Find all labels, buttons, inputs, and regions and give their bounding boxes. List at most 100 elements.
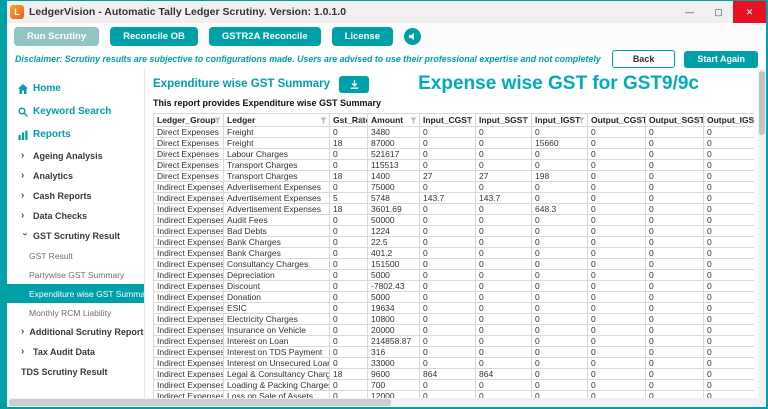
maximize-button[interactable]: ▢ bbox=[704, 1, 733, 23]
back-button[interactable]: Back bbox=[611, 50, 676, 68]
sidebar-item-label: Additional Scrutiny Reports bbox=[29, 327, 144, 337]
table-row[interactable]: Indirect Expenses Legal & Consultancy Cha… bbox=[153, 368, 754, 380]
column-header-gst-rate[interactable]: Gst_Rate bbox=[329, 113, 368, 127]
column-header-output-igst[interactable]: Output_IGST bbox=[703, 113, 754, 127]
sidebar-item-label: Ageing Analysis bbox=[33, 151, 103, 161]
table-cell: 0 bbox=[703, 368, 754, 380]
download-button[interactable] bbox=[339, 75, 370, 93]
table-cell: 0 bbox=[531, 181, 588, 193]
sidebar-item-gst-scrutiny-result[interactable]: › GST Scrutiny Result bbox=[7, 226, 144, 246]
sidebar-item-label: Reports bbox=[33, 129, 71, 140]
sidebar-item-partywise-gst-summary[interactable]: Partywise GST Summary bbox=[7, 265, 144, 284]
table-row[interactable]: Indirect Expenses Bank Charges 0 22.5 0 0 0 0 0 0 bbox=[153, 236, 754, 248]
sidebar-item-home[interactable]: Home bbox=[7, 77, 144, 100]
table-row[interactable]: Direct Expenses Freight 18 87000 0 0 15660 0 0 0 bbox=[153, 137, 754, 149]
table-cell: 0 bbox=[645, 335, 704, 347]
sidebar-item-cash-reports[interactable]: › Cash Reports bbox=[7, 186, 144, 206]
filter-icon[interactable] bbox=[749, 117, 754, 126]
column-header-amount[interactable]: Amount bbox=[367, 113, 420, 127]
sidebar-item-ageing-analysis[interactable]: › Ageing Analysis bbox=[7, 146, 144, 166]
sidebar-item-additional-scrutiny-reports[interactable]: › Additional Scrutiny Reports bbox=[7, 322, 144, 342]
column-header-input-igst[interactable]: Input_IGST bbox=[531, 113, 588, 127]
table-row[interactable]: Indirect Expenses ESIC 0 19634 0 0 0 0 0 0 bbox=[153, 302, 754, 314]
run-scrutiny-button[interactable]: Run Scrutiny bbox=[14, 26, 100, 46]
table-row[interactable]: Direct Expenses Transport Charges 18 1400 27… bbox=[153, 170, 754, 182]
table-row[interactable]: Indirect Expenses Depreciation 0 5000 0 0 0 0 0 0 bbox=[153, 269, 754, 281]
table-row[interactable]: Indirect Expenses Discount 0 -7802.43 0 0 0 0 0 0 bbox=[153, 280, 754, 292]
table-cell: 9600 bbox=[367, 368, 420, 380]
filter-icon[interactable] bbox=[636, 117, 643, 126]
table-cell: 0 bbox=[475, 313, 532, 325]
sidebar-item-analytics[interactable]: › Analytics bbox=[7, 166, 144, 186]
table-row[interactable]: Indirect Expenses Interest on TDS Payment… bbox=[153, 346, 754, 358]
filter-icon[interactable] bbox=[358, 117, 365, 126]
sidebar-item-reports[interactable]: Reports bbox=[7, 123, 144, 146]
filter-icon[interactable] bbox=[578, 117, 585, 126]
table-cell: 0 bbox=[475, 390, 532, 398]
horizontal-scrollbar-thumb[interactable] bbox=[9, 399, 391, 406]
main-panel: Expenditure wise GST Summary Expense wis… bbox=[145, 69, 758, 398]
table-row[interactable]: Indirect Expenses Advertisement Expenses 1… bbox=[153, 203, 754, 215]
table-cell: 0 bbox=[645, 258, 704, 270]
table-cell: 18 bbox=[329, 368, 368, 380]
vertical-scrollbar-thumb[interactable] bbox=[759, 71, 765, 135]
license-button[interactable]: License bbox=[331, 26, 393, 46]
search-icon bbox=[17, 107, 28, 117]
vertical-scrollbar[interactable] bbox=[758, 69, 766, 398]
table-cell: 0 bbox=[475, 181, 532, 193]
sidebar-item-keyword-search[interactable]: Keyword Search bbox=[7, 100, 144, 123]
table-row[interactable]: Indirect Expenses Advertisement Expenses 0… bbox=[153, 181, 754, 193]
reconcile-ob-button[interactable]: Reconcile OB bbox=[110, 26, 198, 46]
sidebar-item-expenditure-wise-gst-summary[interactable]: Expenditure wise GST Summary bbox=[7, 284, 144, 303]
table-cell: Consultancy Charges bbox=[223, 258, 330, 270]
table-cell: 27 bbox=[419, 170, 476, 182]
filter-icon[interactable] bbox=[410, 117, 417, 126]
horizontal-scrollbar[interactable] bbox=[7, 398, 766, 407]
table-cell: 0 bbox=[419, 126, 476, 138]
table-row[interactable]: Indirect Expenses Insurance on Vehicle 0 20… bbox=[153, 324, 754, 336]
table-row[interactable]: Indirect Expenses Loss on Sale of Assets 0… bbox=[153, 390, 754, 398]
table-row[interactable]: Indirect Expenses Donation 0 5000 0 0 0 0 0 0 bbox=[153, 291, 754, 303]
table-row[interactable]: Indirect Expenses Interest on Unsecured L… bbox=[153, 357, 754, 369]
column-header-ledger-group[interactable]: Ledger_Group bbox=[153, 113, 224, 127]
sidebar-item-gst-result[interactable]: GST Result bbox=[7, 246, 144, 265]
table-row[interactable]: Indirect Expenses Interest on Loan 0 214858… bbox=[153, 335, 754, 347]
table-row[interactable]: Direct Expenses Freight 0 3480 0 0 0 0 0 0 bbox=[153, 126, 754, 138]
table-row[interactable]: Indirect Expenses Electricity Charges 0 108… bbox=[153, 313, 754, 325]
sidebar-item-data-checks[interactable]: › Data Checks bbox=[7, 206, 144, 226]
table-row[interactable]: Direct Expenses Transport Charges 0 115513 0… bbox=[153, 159, 754, 171]
table-cell: 0 bbox=[587, 379, 646, 391]
table-cell: 5 bbox=[329, 192, 368, 204]
column-header-output-sgst[interactable]: Output_SGST bbox=[645, 113, 704, 127]
table-cell: 0 bbox=[703, 390, 754, 398]
table-cell: 0 bbox=[645, 214, 704, 226]
help-icon[interactable] bbox=[404, 27, 421, 45]
gstr2a-reconcile-button[interactable]: GSTR2A Reconcile bbox=[208, 26, 321, 46]
minimize-button[interactable]: — bbox=[675, 1, 704, 23]
table-cell: 214858.87 bbox=[367, 335, 420, 347]
table-cell: 0 bbox=[329, 181, 368, 193]
sidebar-item-tax-audit-data[interactable]: › Tax Audit Data bbox=[7, 342, 144, 362]
filter-icon[interactable] bbox=[320, 117, 327, 126]
table-row[interactable]: Indirect Expenses Bank Charges 0 401.2 0 0 0 0 0… bbox=[153, 247, 754, 259]
filter-icon[interactable] bbox=[214, 117, 221, 126]
start-again-button[interactable]: Start Again bbox=[684, 50, 758, 68]
table-row[interactable]: Direct Expenses Labour Charges 0 521617 0 0 0 0… bbox=[153, 148, 754, 160]
table-row[interactable]: Indirect Expenses Bad Debts 0 1224 0 0 0 0 0 0 bbox=[153, 225, 754, 237]
filter-icon[interactable] bbox=[522, 117, 529, 126]
column-header-ledger[interactable]: Ledger bbox=[223, 113, 330, 127]
table-row[interactable]: Indirect Expenses Consultancy Charges 0 151… bbox=[153, 258, 754, 270]
table-row[interactable]: Indirect Expenses Advertisement Expenses 5… bbox=[153, 192, 754, 204]
filter-icon[interactable] bbox=[466, 117, 473, 126]
close-button[interactable]: ✕ bbox=[733, 1, 766, 23]
table-row[interactable]: Indirect Expenses Audit Fees 0 50000 0 0 0 0 0 0 bbox=[153, 214, 754, 226]
filter-icon[interactable] bbox=[694, 117, 701, 126]
column-header-input-sgst[interactable]: Input_SGST bbox=[475, 113, 532, 127]
table-row[interactable]: Indirect Expenses Loading & Packing Charg… bbox=[153, 379, 754, 391]
sidebar-item-tds-scrutiny-result[interactable]: TDS Scrutiny Result bbox=[7, 362, 144, 382]
table-cell: 401.2 bbox=[367, 247, 420, 259]
sidebar: Home Keyword Search Reports › Ageing Analysi… bbox=[7, 69, 145, 398]
sidebar-item-monthly-rcm-liability[interactable]: Monthly RCM Liability bbox=[7, 303, 144, 322]
column-header-input-cgst[interactable]: Input_CGST bbox=[419, 113, 476, 127]
column-header-output-cgst[interactable]: Output_CGST bbox=[587, 113, 646, 127]
